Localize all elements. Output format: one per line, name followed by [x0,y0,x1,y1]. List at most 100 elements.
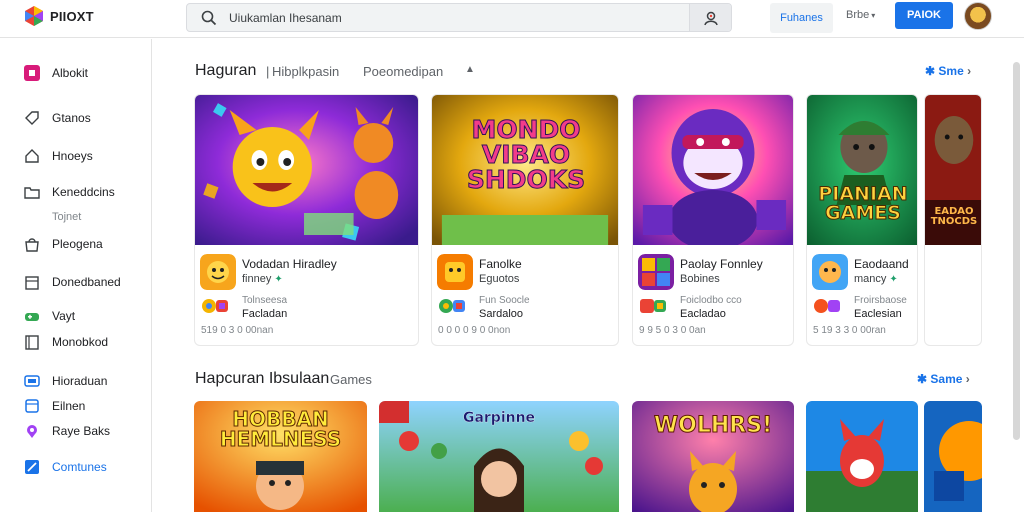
sidebar-item-label: Gtanos [52,111,91,125]
game-stats: 519 0 3 0 00nan [201,325,274,336]
sidebar-item-label: Donedbaned [52,275,121,289]
nav-link-label: Brbe [846,9,870,21]
game-card[interactable]: Garpinne [379,401,619,512]
pin-icon [27,425,37,438]
sidebar-item-label: Comtunes [52,460,107,474]
section-title: Haguran [195,62,257,79]
sidebar-sub-label[interactable]: Tojnet [52,211,81,223]
app-square-icon [24,65,40,81]
game-cover-art [924,401,982,512]
game-publisher: Facladan [242,308,288,320]
chevron-up-icon[interactable]: ▲ [465,64,475,75]
game-card[interactable]: Paolay Fonnley Bobines Foiclodbo cco Eac… [632,94,794,346]
home-icon [25,149,39,163]
game-card[interactable]: PIANIAN GAMES Eaodaand mancy ✦ Froirsbaos… [806,94,918,346]
nav-link-dropdown[interactable]: Brbe ▾ [846,9,875,21]
gamepad-icon [25,313,39,321]
book-icon [25,335,39,350]
game-title: Eaodaand [854,257,909,271]
see-more-button[interactable]: ✱ Same › [917,372,970,386]
game-subtitle-text: finney [242,273,272,285]
app-logo-icon[interactable] [24,5,44,27]
game-stats: 5 19 3 3 0 00ran [813,325,886,336]
app-icon [437,254,473,290]
sidebar: Albokit Gtanos Hnoeys Keneddcins Tojnet … [0,39,152,512]
nav-tab-active[interactable]: Fuhanes [770,3,833,33]
search-bar[interactable]: Uiukamlan Ihesanam [186,3,732,32]
see-more-label: Sme [938,64,964,78]
section-filter[interactable]: Poeomedipan [363,64,443,79]
game-cover-art [633,95,793,245]
sidebar-item-label: Hioraduan [52,374,108,388]
game-card[interactable]: MONDO VIBAO SHDOKS Fanolke Eguotos Fun S… [431,94,619,346]
chevron-down-icon: ▾ [871,11,876,20]
sidebar-item-label: Pleogena [52,237,103,251]
game-title: Fanolke [479,257,522,271]
game-subtitle: Bobines [680,273,720,285]
game-card[interactable]: Vodadan Hiradley finney ✦ Tolnseesa Facla… [194,94,419,346]
sparkle-icon: ✱ [917,372,928,386]
game-card[interactable]: WOLHRS! [632,401,794,512]
app-icon [812,254,848,290]
search-input[interactable]: Uiukamlan Ihesanam [229,11,342,25]
section-subtitle[interactable]: Games [330,372,372,387]
mini-icon [654,300,666,312]
see-more-button[interactable]: ✱ Sme › [925,64,971,78]
game-subtitle-text: Bobines [680,273,720,285]
game-cover-title: Garpinne [462,410,536,426]
game-cover-art [806,401,918,512]
game-meta: Froirsbaose [854,295,907,306]
sidebar-item-label: Vayt [52,309,76,323]
sidebar-item-label: Keneddcins [52,185,115,199]
film-icon [25,399,39,413]
game-stats: 9 9 5 0 3 0 0an [639,325,706,336]
game-subtitle-text: mancy [854,273,887,285]
game-cover-title: PIANIAN GAMES [818,183,908,224]
vertical-scrollbar[interactable] [1013,62,1020,440]
sidebar-item-label: Hnoeys [52,149,93,163]
game-card[interactable]: HOBBAN HEMLNESS [194,401,367,512]
game-meta: Foiclodbo cco [680,295,742,306]
mini-icon [453,300,465,312]
game-cover-title: MONDO VIBAO SHDOKS [466,115,586,194]
chevron-right-icon: › [965,372,970,386]
game-publisher: Sardaloo [479,308,524,320]
verified-badge-icon: ✦ [889,274,898,285]
expand-icon [25,460,39,474]
section-subtitle[interactable]: Hibplkpasin [272,64,339,79]
app-icon [638,254,674,290]
top-bar: PIIOXT Uiukamlan Ihesanam Fuhanes Brbe ▾ … [0,0,1024,38]
sidebar-item-label: Monobkod [52,335,109,349]
game-cover-title: HOBBAN HEMLNESS [219,407,342,451]
brand-name: PIIOXT [50,9,94,24]
mini-icon [216,300,228,312]
game-subtitle-text: Eguotos [479,273,520,285]
sparkle-icon: ✱ [925,64,936,78]
game-title: Paolay Fonnley [680,257,763,271]
primary-action-button[interactable]: PAIOK [895,2,953,29]
calendar-icon [25,276,39,290]
chevron-right-icon: › [967,64,972,78]
profile-search-icon [704,11,718,26]
game-meta: Tolnseesa [242,295,288,306]
section-divider: | [266,64,270,79]
search-submit-button[interactable] [689,4,731,31]
section-title: Hapcuran Ibsulaan [195,370,330,387]
see-more-label: Same [930,372,963,386]
app-icon [200,254,236,290]
game-subtitle: Eguotos [479,273,519,285]
game-publisher: Eacladao [680,308,726,320]
bag-icon [25,238,39,252]
sidebar-item-label: Raye Baks [52,424,111,438]
game-card[interactable]: EADAO TNOCDS [924,94,982,346]
sidebar-item-label: Albokit [52,66,89,80]
mini-icon [828,300,840,312]
game-cover-art [195,95,418,245]
avatar[interactable] [964,2,992,30]
folder-icon [24,187,40,199]
game-subtitle: finney ✦ [242,273,283,285]
game-card[interactable] [806,401,918,512]
game-card[interactable] [924,401,982,512]
verified-badge-icon: ✦ [274,274,283,285]
game-publisher: Eaclesian [854,308,902,320]
